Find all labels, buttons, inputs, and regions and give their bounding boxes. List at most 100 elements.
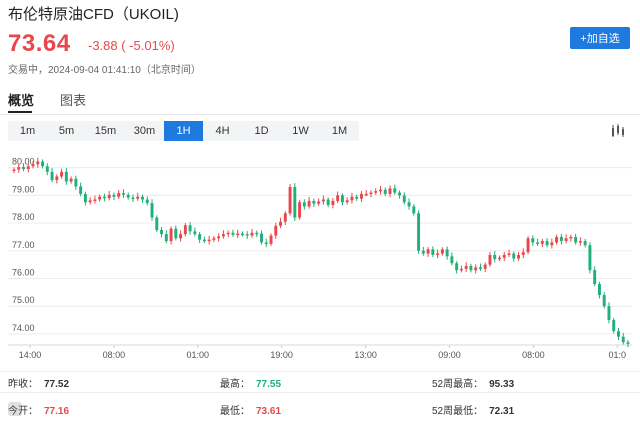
stat-prev-close: 昨收： 77.52	[8, 375, 69, 390]
x-tick-label: 08:00	[522, 350, 545, 360]
candle-body	[302, 202, 306, 207]
candle-body	[450, 256, 454, 264]
chart-type-icon[interactable]	[610, 124, 626, 138]
candle-body	[312, 200, 316, 204]
x-tick-label: 01:00	[187, 350, 210, 360]
candle-body	[107, 194, 111, 199]
active-tab-indicator	[8, 111, 32, 113]
candle-body	[283, 213, 287, 222]
candle-body	[331, 200, 335, 206]
interval-15m-button[interactable]: 15m	[86, 121, 125, 141]
candle-body	[231, 232, 235, 235]
stat-high-label: 最高：	[220, 379, 250, 390]
candle-body	[83, 193, 87, 203]
candle-body	[488, 254, 492, 265]
candle-body	[36, 161, 40, 165]
candle-body	[126, 194, 130, 198]
candle-body	[288, 187, 292, 214]
candle-body	[597, 284, 601, 296]
candle-body	[526, 238, 530, 253]
candle-body	[540, 241, 544, 244]
interval-1d-button[interactable]: 1D	[242, 121, 281, 141]
stat-low: 最低： 73.61	[220, 402, 281, 417]
candle-body	[459, 268, 463, 271]
watermark-logo-icon	[8, 402, 22, 416]
candle-body	[202, 239, 206, 242]
candle-body	[340, 195, 344, 203]
candle-body	[512, 253, 516, 259]
candle-body	[607, 306, 611, 321]
candle-body	[17, 167, 21, 170]
candle-body	[60, 171, 64, 177]
candle-body	[412, 206, 416, 214]
candle-body	[74, 178, 78, 187]
interval-1m-button[interactable]: 1M	[320, 121, 359, 141]
candle-body	[255, 232, 259, 235]
candle-body	[50, 171, 54, 181]
candle-body	[417, 213, 421, 251]
candle-body	[393, 188, 397, 193]
candle-body	[198, 234, 202, 240]
candle-body	[226, 232, 230, 235]
candle-body	[431, 249, 435, 255]
candle-body	[421, 250, 425, 254]
candle-body	[345, 200, 349, 203]
candle-body	[121, 193, 125, 195]
candle-body	[493, 254, 497, 260]
candle-body	[102, 196, 106, 199]
candle-body	[31, 164, 35, 167]
interval-30m-button[interactable]: 30m	[125, 121, 164, 141]
interval-1w-button[interactable]: 1W	[281, 121, 320, 141]
stat-high-value: 77.55	[256, 379, 282, 390]
candle-body	[359, 193, 363, 199]
candle-body	[379, 189, 382, 192]
candle-body	[502, 254, 506, 258]
price-change: -3.88 ( -5.01%)	[88, 38, 175, 53]
interval-5m-button[interactable]: 5m	[47, 121, 86, 141]
candle-body	[131, 197, 135, 200]
candle-body	[45, 166, 49, 172]
interval-1m-button[interactable]: 1m	[8, 121, 47, 141]
candle-body	[517, 254, 521, 259]
candle-body	[221, 234, 225, 237]
stat-high: 最高： 77.55	[220, 375, 281, 390]
candle-body	[217, 236, 221, 239]
candle-body	[455, 263, 459, 271]
candle-body	[583, 241, 587, 246]
candle-body	[240, 233, 244, 236]
candle-body	[626, 342, 630, 344]
interval-4h-button[interactable]: 4H	[203, 121, 242, 141]
candle-body	[364, 193, 368, 196]
tab-bar: 概览 图表	[0, 87, 640, 115]
instrument-title: 布伦特原油CFD（UKOIL)	[8, 6, 179, 23]
stats-divider	[0, 392, 640, 393]
x-tick-label: 09:00	[438, 350, 461, 360]
candle-body	[602, 295, 606, 307]
candle-body	[164, 234, 168, 242]
candle-body	[521, 252, 525, 255]
add-to-watchlist-button[interactable]: +加自选	[570, 27, 630, 49]
candle-body	[498, 257, 501, 260]
candle-body	[593, 270, 597, 285]
candle-body	[41, 161, 45, 167]
candle-body	[298, 202, 302, 218]
candle-body	[612, 320, 616, 332]
candle-body	[264, 242, 268, 244]
candle-body	[464, 266, 468, 269]
candle-body	[274, 225, 278, 236]
stat-52w-high-label: 52周最高：	[432, 379, 484, 390]
interval-1h-button[interactable]: 1H	[164, 121, 203, 141]
candle-body	[531, 238, 535, 243]
tab-chart[interactable]: 图表	[60, 90, 86, 109]
candlestick-chart[interactable]: 80.0079.0078.0077.0076.0075.0074.0014:00…	[0, 145, 640, 365]
y-tick-label: 75.00	[12, 295, 35, 305]
stat-low-value: 73.61	[256, 406, 282, 417]
tab-overview[interactable]: 概览	[8, 90, 34, 109]
candle-body	[398, 192, 402, 196]
candle-body	[545, 241, 549, 246]
candle-body	[193, 231, 197, 235]
candle-body	[279, 221, 283, 226]
stat-52w-high: 52周最高： 95.33	[432, 375, 514, 390]
stat-52w-low-value: 72.31	[489, 406, 515, 417]
candle-body	[436, 253, 440, 256]
